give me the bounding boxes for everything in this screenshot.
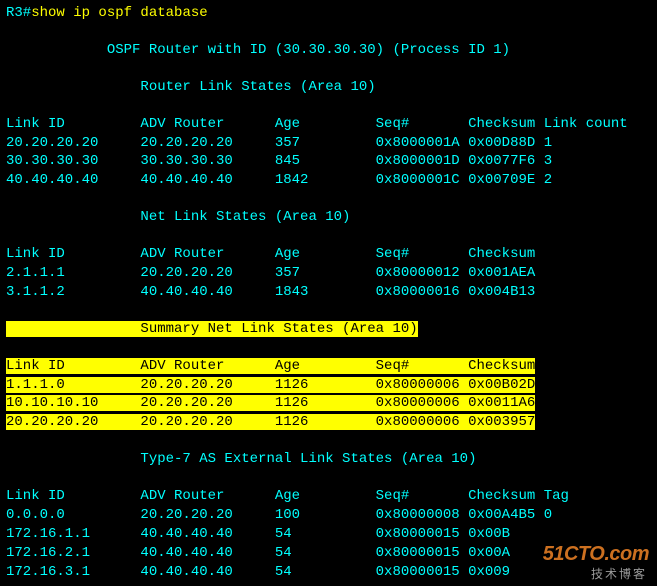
column-headers: Link ID ADV Router Age Seq# Checksum Tag [6,487,651,506]
table-row: 0.0.0.0 20.20.20.20 100 0x80000008 0x00A… [6,506,651,525]
table-row: 20.20.20.20 20.20.20.20 357 0x8000001A 0… [6,134,651,153]
ospf-header: OSPF Router with ID (30.30.30.30) (Proce… [6,41,651,60]
table-row: 2.1.1.1 20.20.20.20 357 0x80000012 0x001… [6,264,651,283]
prompt: R3# [6,5,31,21]
table-row: 3.1.1.2 40.40.40.40 1843 0x80000016 0x00… [6,283,651,302]
column-headers: Link ID ADV Router Age Seq# Checksum Lin… [6,115,651,134]
command-text: show ip ospf database [31,5,207,21]
table-row: 40.40.40.40 40.40.40.40 1842 0x8000001C … [6,171,651,190]
section-title-router: Router Link States (Area 10) [6,78,651,97]
section-title-type7: Type-7 AS External Link States (Area 10) [6,450,651,469]
prompt-line[interactable]: R3#show ip ospf database [6,4,651,23]
section-title-summary: Summary Net Link States (Area 10) [6,320,651,339]
section-title-net: Net Link States (Area 10) [6,208,651,227]
watermark-logo: 51CTO.com [543,541,649,568]
table-row: 10.10.10.10 20.20.20.20 1126 0x80000006 … [6,394,651,413]
table-row: 20.20.20.20 20.20.20.20 1126 0x80000006 … [6,413,651,432]
terminal-output: R3#show ip ospf database OSPF Router wit… [6,4,651,582]
column-headers: Link ID ADV Router Age Seq# Checksum [6,357,651,376]
table-row: 30.30.30.30 30.30.30.30 845 0x8000001D 0… [6,152,651,171]
column-headers: Link ID ADV Router Age Seq# Checksum [6,245,651,264]
watermark-text: 技术博客 [591,566,647,582]
table-row: 1.1.1.0 20.20.20.20 1126 0x80000006 0x00… [6,376,651,395]
